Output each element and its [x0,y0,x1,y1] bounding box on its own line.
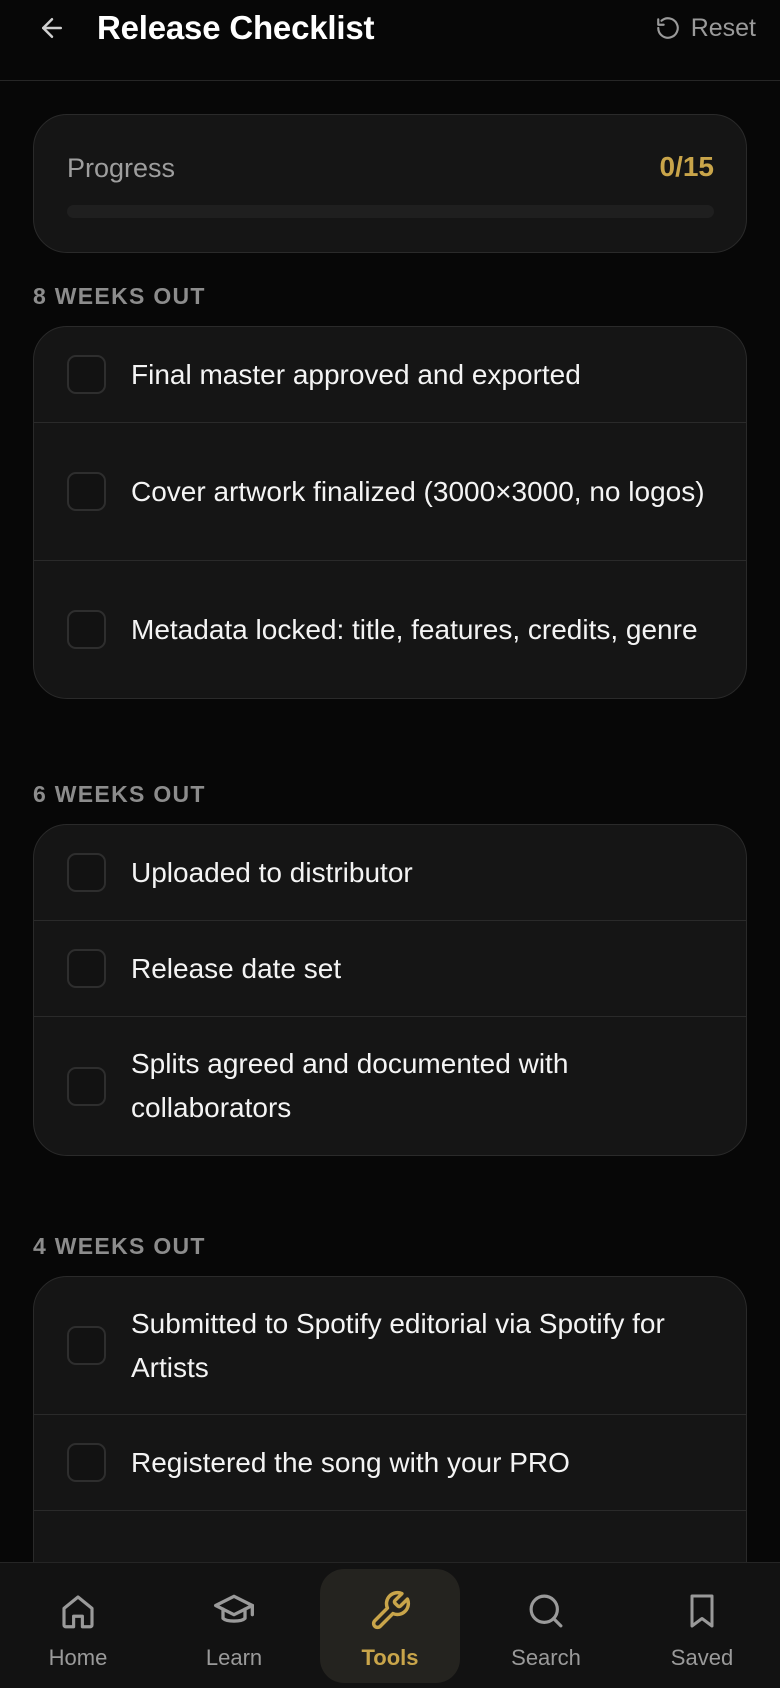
checklist-item-label: Splits agreed and documented with collab… [131,1048,569,1123]
bottom-navigation: Home Learn Tools Search Saved [0,1562,780,1688]
nav-label-learn: Learn [205,1645,263,1670]
checkbox[interactable] [67,1443,106,1482]
checklist-item[interactable]: Submitted to Spotify editorial via Spoti… [34,1277,746,1415]
search-icon [529,1594,563,1628]
checklist-item[interactable]: Uploaded to distributor [34,825,746,921]
bookmark-icon [690,1594,714,1628]
checkbox[interactable] [67,853,106,892]
progress-bar [67,205,714,218]
wrench-icon [371,1590,411,1630]
release-checklist-screen: Release Checklist Reset Progress 0/15 8 … [0,0,780,1688]
checklist-item-label: Final master approved and exported [131,358,581,390]
checklist-item-label: Submitted to Spotify editorial via Spoti… [131,1307,665,1383]
nav-label-home: Home [48,1645,108,1670]
checklist-item-label: Cover artwork finalized (3000×3000, no l… [131,475,705,507]
nav-item-search[interactable]: Search [476,1569,616,1683]
checkbox[interactable] [67,1326,106,1365]
section-heading-4-weeks: 4 WEEKS OUT [33,1233,206,1259]
arrow-left-icon [42,18,62,38]
section-card-8-weeks: Final master approved and exported Cover… [33,326,747,699]
checklist-item[interactable]: Cover artwork finalized (3000×3000, no l… [34,423,746,561]
nav-label-search: Search [511,1645,581,1670]
rotate-ccw-icon [656,17,679,39]
checklist-item[interactable]: Registered the song with your PRO [34,1415,746,1511]
checklist-item[interactable]: Splits agreed and documented with collab… [34,1017,746,1155]
section-card-6-weeks: Uploaded to distributor Release date set… [33,824,747,1156]
back-button[interactable] [32,8,72,48]
checkbox[interactable] [67,949,106,988]
reset-label: Reset [690,14,756,42]
checklist-item-label: Metadata locked: title, features, credit… [131,613,698,645]
nav-item-home[interactable]: Home [8,1569,148,1683]
progress-card: Progress 0/15 [33,114,747,253]
reset-button[interactable]: Reset [655,10,756,46]
page-title: Release Checklist [97,9,375,46]
nav-item-saved[interactable]: Saved [632,1569,772,1683]
graduation-cap-icon [214,1594,254,1623]
checkbox[interactable] [67,355,106,394]
checkbox[interactable] [67,610,106,649]
section-heading-6-weeks: 6 WEEKS OUT [33,781,206,807]
nav-label-tools: Tools [361,1645,419,1670]
checklist-item-label: Uploaded to distributor [131,856,413,888]
progress-label: Progress [67,153,176,183]
checkbox[interactable] [67,472,106,511]
section-heading-8-weeks: 8 WEEKS OUT [33,283,206,309]
checklist-item[interactable]: Final master approved and exported [34,327,746,423]
checklist-item-label: Registered the song with your PRO [131,1446,570,1478]
checklist-item[interactable]: Release date set [34,921,746,1017]
nav-label-saved: Saved [670,1645,734,1670]
progress-count: 0/15 [659,151,715,182]
home-icon [62,1595,94,1629]
top-app-bar: Release Checklist Reset [0,0,780,81]
checkbox[interactable] [67,1066,106,1106]
checklist-item[interactable]: Metadata locked: title, features, credit… [34,561,746,698]
nav-item-tools[interactable]: Tools [320,1569,460,1683]
checklist-item-label: Release date set [131,952,342,984]
nav-item-learn[interactable]: Learn [164,1569,304,1683]
